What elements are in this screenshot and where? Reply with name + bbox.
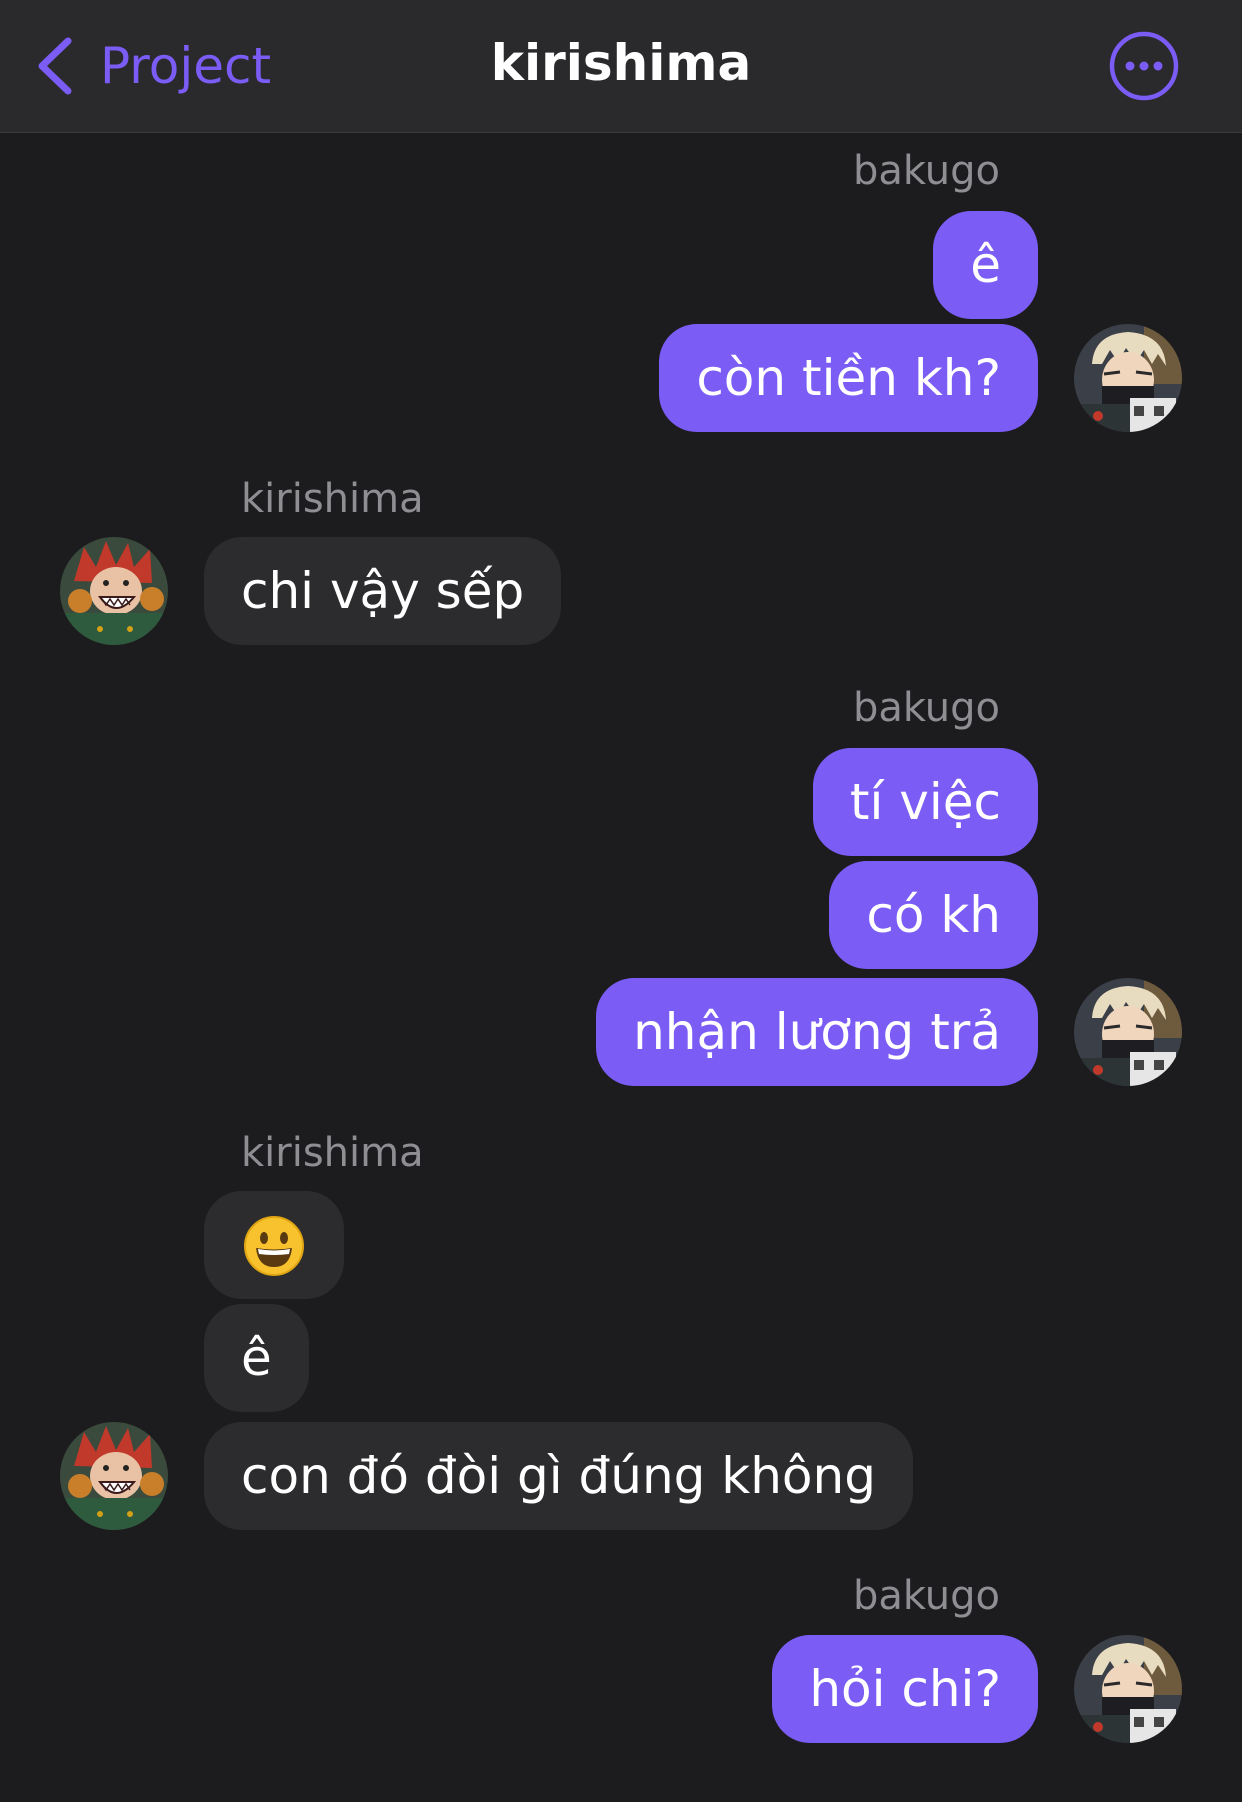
- avatar-bakugo[interactable]: [1074, 1635, 1182, 1743]
- avatar-kirishima-image: [60, 1422, 168, 1530]
- avatar-kirishima-image: [60, 537, 168, 645]
- avatar-bakugo-image: [1074, 1635, 1182, 1743]
- sender-label-bakugo: bakugo: [852, 148, 1000, 194]
- avatar-kirishima[interactable]: [60, 1422, 168, 1530]
- message-bubble-incoming-emoji[interactable]: [204, 1191, 344, 1299]
- message-bubble-outgoing[interactable]: ê: [933, 211, 1038, 319]
- message-bubble-outgoing[interactable]: tí việc: [812, 748, 1038, 856]
- sender-label-bakugo: bakugo: [852, 685, 1000, 731]
- avatar-bakugo[interactable]: [1074, 324, 1182, 432]
- ellipsis-circle-icon: [1109, 31, 1179, 101]
- message-bubble-incoming[interactable]: chi vậy sếp: [204, 537, 562, 645]
- avatar-kirishima[interactable]: [60, 537, 168, 645]
- more-options-button[interactable]: [1108, 30, 1180, 102]
- sender-label-kirishima: kirishima: [241, 1130, 424, 1176]
- message-bubble-incoming[interactable]: con đó đòi gì đúng không: [204, 1422, 913, 1530]
- navigation-bar: Project kirishima: [0, 0, 1242, 133]
- message-bubble-incoming[interactable]: ê: [204, 1304, 309, 1412]
- grinning-face-icon: [244, 1215, 304, 1276]
- message-bubble-outgoing[interactable]: hỏi chi?: [772, 1635, 1038, 1743]
- chat-title: kirishima: [490, 34, 752, 92]
- avatar-bakugo-image: [1074, 324, 1182, 432]
- avatar-bakugo[interactable]: [1074, 978, 1182, 1086]
- sender-label-kirishima: kirishima: [241, 476, 424, 522]
- message-bubble-outgoing[interactable]: còn tiền kh?: [659, 324, 1038, 432]
- message-bubble-outgoing[interactable]: nhận lương trả: [596, 978, 1038, 1086]
- sender-label-bakugo: bakugo: [852, 1573, 1000, 1619]
- avatar-bakugo-image: [1074, 978, 1182, 1086]
- message-bubble-outgoing[interactable]: có kh: [829, 861, 1038, 969]
